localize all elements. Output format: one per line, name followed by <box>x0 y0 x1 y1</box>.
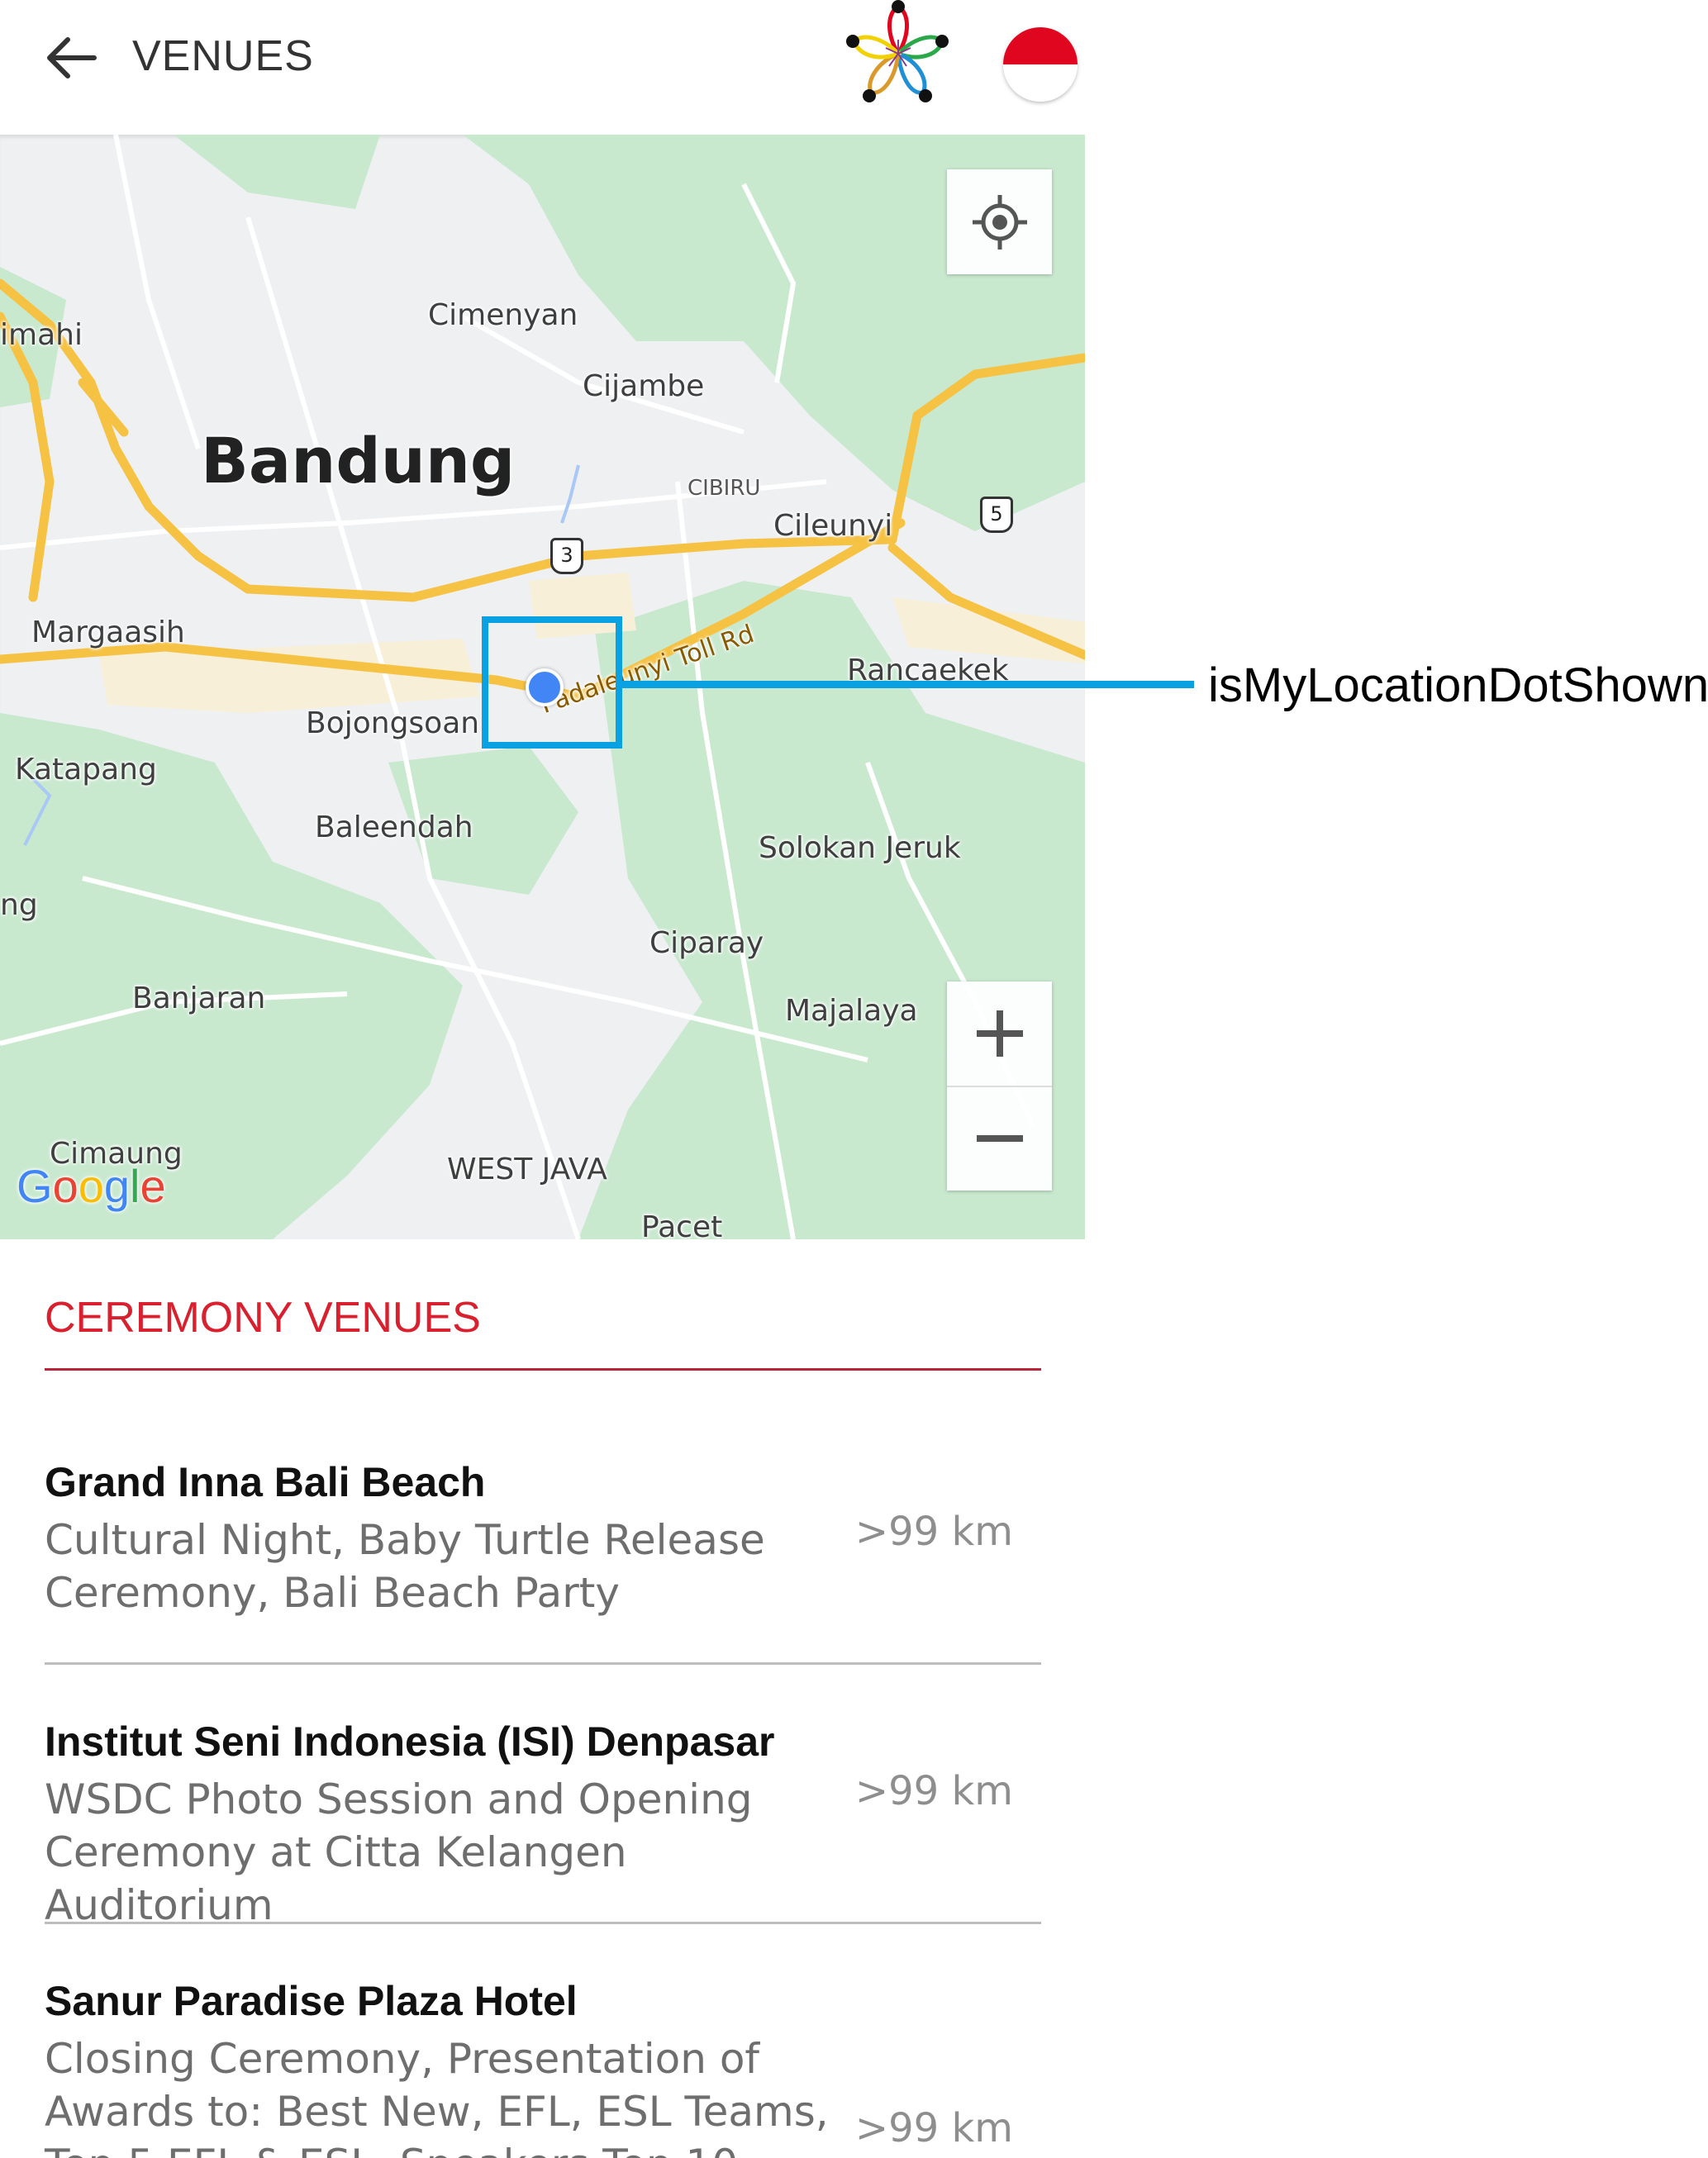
indonesia-flag-icon <box>1003 27 1078 64</box>
zoom-in-button[interactable] <box>947 982 1052 1087</box>
map-label-cimenyan: Cimenyan <box>428 298 578 332</box>
map-label-ciparay: Ciparay <box>649 926 764 960</box>
map-label-pacet: Pacet <box>641 1210 723 1239</box>
route-5-shield: 5 <box>980 497 1013 533</box>
map-label-cileunyi: Cileunyi <box>773 509 893 543</box>
venue-description: Cultural Night, Baby Turtle Release Cere… <box>45 1516 765 1617</box>
venue-description: Closing Ceremony, Presentation of Awards… <box>45 2035 829 2158</box>
plus-icon <box>976 1010 1023 1057</box>
map-label-cijambe: Cijambe <box>583 369 705 403</box>
minus-icon <box>976 1135 1023 1142</box>
venue-distance: >99 km <box>854 1509 1013 1555</box>
map-label-katapang: Katapang <box>15 753 157 787</box>
route-3-shield: 3 <box>550 538 583 574</box>
flag-white-stripe <box>1003 64 1078 102</box>
zoom-out-button[interactable] <box>947 1086 1052 1191</box>
app-screen: VENUES imahi Cimenyan Cijambe Bandung CI… <box>0 0 1085 2158</box>
map-label-cimahi: imahi <box>0 318 83 352</box>
venue-name: Sanur Paradise Plaza Hotel <box>45 1978 578 2024</box>
my-location-crosshair-icon <box>972 194 1027 250</box>
map-label-west-java: WEST JAVA <box>447 1153 607 1186</box>
venue-distance: >99 km <box>854 1768 1013 1814</box>
section-title: CEREMONY VENUES <box>45 1294 481 1342</box>
section-divider <box>45 1368 1041 1371</box>
map-label-bojongsoang: Bojongsoan <box>306 706 480 740</box>
venue-item-sanur-paradise[interactable]: Sanur Paradise Plaza Hotel Closing Cerem… <box>45 1975 1041 2158</box>
annotation-label: isMyLocationDotShown <box>1208 658 1708 712</box>
venue-description: WSDC Photo Session and Opening Ceremony … <box>45 1775 753 1929</box>
arrow-left-icon <box>47 37 97 78</box>
venue-distance: >99 km <box>854 2105 1013 2151</box>
venue-name: Grand Inna Bali Beach <box>45 1459 486 1505</box>
map-label-majalaya: Majalaya <box>785 994 918 1028</box>
map-label-baleendah: Baleendah <box>315 810 473 844</box>
google-attribution-logo: Google <box>17 1160 166 1212</box>
my-location-button[interactable] <box>947 169 1052 274</box>
map-label-ng: ng <box>0 888 38 922</box>
annotation-connector-line <box>622 681 1194 688</box>
map-label-cibiru: CIBIRU <box>687 476 761 501</box>
map-label-solokan-jeruk: Solokan Jeruk <box>759 831 961 865</box>
map-label-bandung: Bandung <box>201 424 516 497</box>
language-flag-button[interactable] <box>1003 27 1078 102</box>
my-location-highlight-box <box>482 616 622 749</box>
zoom-controls <box>947 982 1052 1191</box>
flower-logo-icon <box>846 0 949 102</box>
list-divider <box>45 1662 1041 1665</box>
back-button[interactable] <box>33 25 107 91</box>
page-title: VENUES <box>132 32 314 80</box>
venue-item-isi-denpasar[interactable]: Institut Seni Indonesia (ISI) Denpasar W… <box>45 1715 1041 1932</box>
list-divider <box>45 1922 1041 1924</box>
map-label-banjaran: Banjaran <box>132 982 266 1015</box>
venue-name: Institut Seni Indonesia (ISI) Denpasar <box>45 1718 775 1765</box>
venue-item-grand-inna[interactable]: Grand Inna Bali Beach Cultural Night, Ba… <box>45 1456 1041 1619</box>
app-bar: VENUES <box>0 0 1085 135</box>
map-label-margaasih: Margaasih <box>31 616 185 649</box>
